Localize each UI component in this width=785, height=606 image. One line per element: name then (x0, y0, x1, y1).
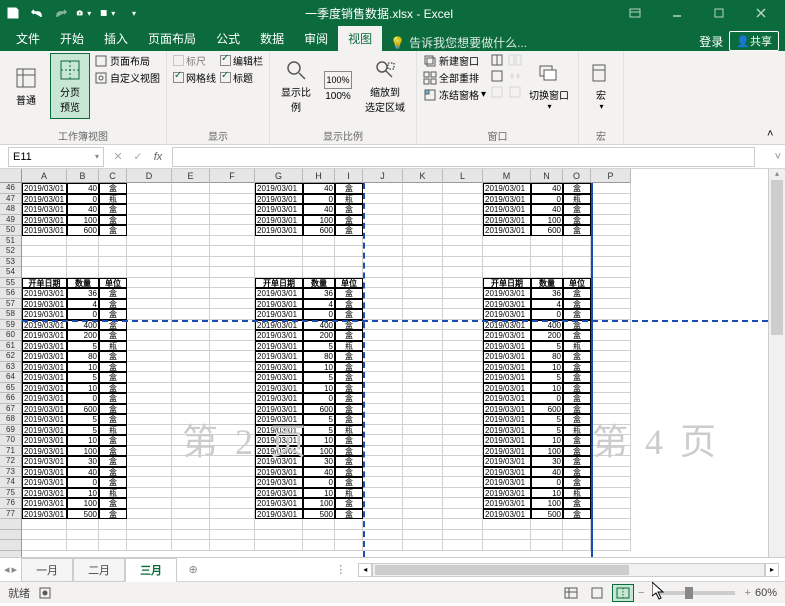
page-break-preview-button[interactable]: 分页 预览 (50, 53, 90, 119)
maximize-icon[interactable] (699, 0, 739, 26)
ribbon-options-icon[interactable] (615, 0, 655, 26)
redo-icon[interactable] (52, 4, 70, 22)
status-ready: 就绪 (8, 585, 30, 601)
zoom-level[interactable]: 60% (755, 587, 777, 599)
collapse-ribbon-icon[interactable]: ˄ (767, 128, 781, 142)
reset-window-button[interactable] (508, 85, 522, 99)
bulb-icon: 💡 (390, 36, 405, 50)
spreadsheet: ABCDEFGHIJKLMNOP 46474849505152535455565… (0, 169, 785, 557)
sheet-nav-prev-icon[interactable]: ◂ (4, 563, 10, 576)
name-box[interactable]: E11▾ (8, 147, 104, 167)
ribbon: 普通 分页 预览 页面布局 自定义视图 工作簿视图 标尺 网格线 编辑栏 标题 … (0, 51, 785, 145)
ruler-checkbox[interactable]: 标尺 (173, 53, 216, 68)
group-label-macros: 宏 (596, 128, 606, 145)
zoom-100-button[interactable]: 100%100% (320, 53, 356, 119)
record-macro-icon[interactable] (38, 586, 52, 600)
group-workbook-views: 普通 分页 预览 页面布局 自定义视图 工作簿视图 (0, 51, 167, 145)
page-layout-button[interactable]: 页面布局 (94, 53, 160, 68)
sheet-nav-next-icon[interactable]: ▸ (12, 563, 18, 576)
headings-checkbox[interactable]: 标题 (220, 70, 263, 85)
formula-bar: E11▾ ✕ ✓ fx ˅ (0, 145, 785, 169)
macros-button[interactable]: 宏▾ (585, 53, 617, 119)
gridlines-checkbox[interactable]: 网格线 (173, 70, 216, 85)
new-window-button[interactable]: 新建窗口 (423, 53, 486, 68)
group-label-window: 窗口 (488, 128, 508, 145)
unhide-button[interactable] (490, 85, 504, 99)
group-label-show: 显示 (208, 128, 228, 145)
camera-icon[interactable]: ▾ (76, 4, 94, 22)
ribbon-tabs: 文件 开始 插入 页面布局 公式 数据 审阅 视图 💡告诉我您想要做什么... … (0, 26, 785, 51)
formula-bar-checkbox[interactable]: 编辑栏 (220, 53, 263, 68)
border-icon[interactable]: ▾ (100, 4, 118, 22)
zoom-slider[interactable] (655, 591, 735, 595)
sync-scroll-button[interactable] (508, 69, 522, 83)
custom-views-button[interactable]: 自定义视图 (94, 70, 160, 85)
tab-home[interactable]: 开始 (50, 26, 94, 51)
split-button[interactable] (490, 53, 504, 67)
fx-icon[interactable]: fx (148, 147, 168, 167)
tab-formulas[interactable]: 公式 (206, 26, 250, 51)
group-zoom: 显示比例 100%100% 缩放到 选定区域 显示比例 (270, 51, 417, 145)
normal-view-status-icon[interactable] (560, 584, 582, 602)
switch-windows-button[interactable]: 切换窗口▾ (526, 53, 572, 119)
arrange-all-button[interactable]: 全部重排 (423, 70, 486, 85)
zoom-in-icon[interactable]: + (745, 587, 751, 599)
group-label-workbook-views: 工作簿视图 (58, 128, 108, 145)
hide-button[interactable] (490, 69, 504, 83)
select-all-corner[interactable] (0, 169, 22, 183)
qat-customize-icon[interactable]: ▾ (125, 4, 143, 22)
zoom-out-icon[interactable]: − (638, 587, 644, 599)
row-headers[interactable]: 4647484950515253545556575859606162636465… (0, 183, 22, 557)
sheet-tab-jan[interactable]: 一月 (21, 558, 73, 582)
page-break-status-icon[interactable] (612, 584, 634, 602)
window-title: 一季度销售数据.xlsx - Excel (143, 5, 615, 22)
page-layout-status-icon[interactable] (586, 584, 608, 602)
enter-formula-icon[interactable]: ✓ (128, 147, 148, 167)
share-button[interactable]: 👤共享 (729, 31, 779, 51)
horizontal-scrollbar[interactable]: ◂▸ (358, 562, 779, 578)
group-macros: 宏▾ 宏 (579, 51, 624, 145)
save-icon[interactable] (4, 4, 22, 22)
group-window: 新建窗口 全部重排 冻结窗格 ▾ 切换窗口▾ 窗口 (417, 51, 579, 145)
column-headers[interactable]: ABCDEFGHIJKLMNOP (22, 169, 631, 183)
tab-data[interactable]: 数据 (250, 26, 294, 51)
sheet-tab-bar: ◂ ▸ 一月 二月 三月 ⊕ ⋮ ◂▸ (0, 557, 785, 581)
close-icon[interactable] (741, 0, 781, 26)
quick-access-toolbar: ▾ ▾ ▾ (4, 4, 143, 22)
freeze-panes-button[interactable]: 冻结窗格 ▾ (423, 87, 486, 102)
cancel-formula-icon[interactable]: ✕ (108, 147, 128, 167)
sheet-tab-mar[interactable]: 三月 (125, 558, 177, 582)
status-bar: 就绪 − + 60% (0, 581, 785, 603)
vertical-scrollbar[interactable]: ▴ (768, 169, 785, 557)
tab-file[interactable]: 文件 (6, 26, 50, 51)
sheet-tab-feb[interactable]: 二月 (73, 558, 125, 582)
zoom-button[interactable]: 显示比例 (276, 53, 316, 119)
cells-grid[interactable]: 2019/03/0140盒2019/03/0140盒2019/03/0140盒2… (22, 183, 768, 557)
tab-page-layout[interactable]: 页面布局 (138, 26, 206, 51)
expand-formula-bar-icon[interactable]: ˅ (775, 151, 781, 163)
group-label-zoom: 显示比例 (323, 128, 363, 145)
group-show: 标尺 网格线 编辑栏 标题 显示 (167, 51, 270, 145)
undo-icon[interactable] (28, 4, 46, 22)
tab-review[interactable]: 审阅 (294, 26, 338, 51)
formula-input[interactable] (172, 147, 755, 167)
zoom-to-selection-button[interactable]: 缩放到 选定区域 (360, 53, 410, 119)
tell-me[interactable]: 💡告诉我您想要做什么... (382, 34, 535, 51)
titlebar: ▾ ▾ ▾ 一季度销售数据.xlsx - Excel (0, 0, 785, 26)
minimize-icon[interactable] (657, 0, 697, 26)
login-link[interactable]: 登录 (699, 33, 723, 50)
share-icon: 👤 (736, 35, 750, 48)
new-sheet-button[interactable]: ⊕ (183, 560, 203, 580)
view-side-by-side-button[interactable] (508, 53, 522, 67)
tab-view[interactable]: 视图 (338, 26, 382, 51)
normal-view-button[interactable]: 普通 (6, 53, 46, 119)
tab-insert[interactable]: 插入 (94, 26, 138, 51)
